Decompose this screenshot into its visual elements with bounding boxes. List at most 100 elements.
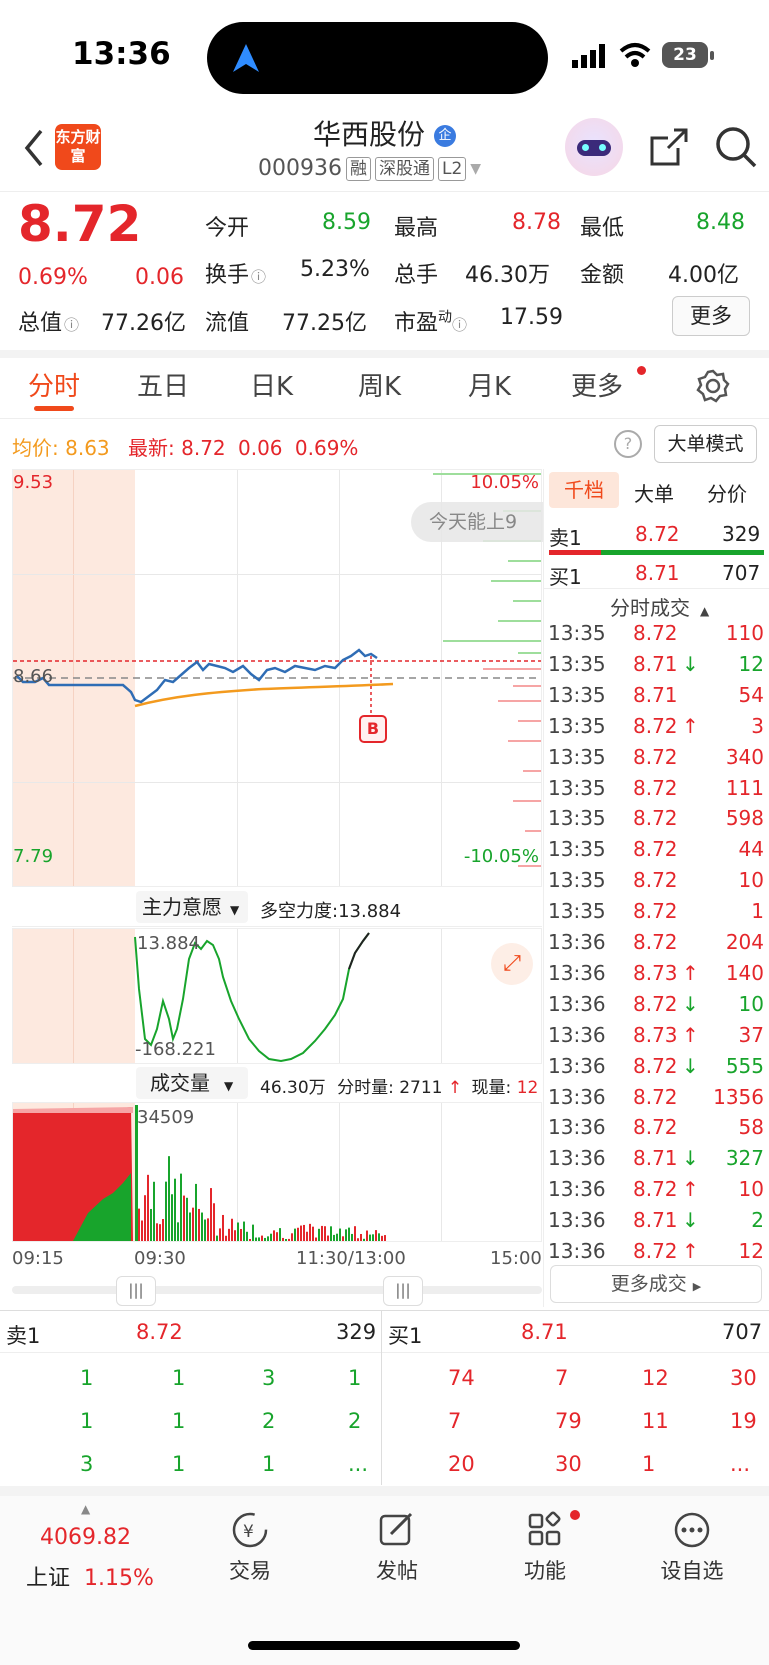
expand-icon[interactable]: ⤢ <box>491 943 533 985</box>
indicator-header: 主力意愿 ▼ 多空力度:13.884 <box>12 888 542 927</box>
volume-chart[interactable]: 34509 <box>12 1102 542 1242</box>
tab-depth[interactable]: 千档 <box>549 472 619 508</box>
volume-bar <box>363 1238 365 1241</box>
ob-buy-cell: 1 <box>642 1452 656 1476</box>
volume-bars <box>13 1105 386 1241</box>
open-value: 8.59 <box>322 210 371 235</box>
last-price: 8.72 <box>18 195 142 253</box>
volume-bar <box>189 1212 191 1241</box>
search-icon[interactable] <box>714 125 758 169</box>
trade-price: 8.72 <box>633 1115 678 1140</box>
trade-price: 8.72 <box>633 1084 678 1109</box>
index-value[interactable]: 4069.82 <box>40 1525 131 1550</box>
trade-price: 8.73 <box>633 1022 678 1047</box>
avg-label: 均价: <box>12 436 59 460</box>
tab-week-k[interactable]: 周K <box>358 366 401 403</box>
share-icon[interactable] <box>648 126 690 168</box>
chart-info-line: 均价: 8.63 最新: 8.72 0.06 0.69% <box>12 432 358 461</box>
trade-volume: 327 <box>725 1146 764 1171</box>
home-indicator[interactable] <box>248 1641 520 1650</box>
volume-bar <box>237 1222 239 1241</box>
toast-banner[interactable]: 今天能上9 <box>411 502 543 542</box>
trade-price: 8.72 <box>633 991 678 1016</box>
trade-price: 8.72 <box>633 899 678 924</box>
trade-volume: 1 <box>751 899 764 924</box>
indicator-selector[interactable]: 主力意愿 ▼ <box>136 891 248 923</box>
nav-add-watchlist[interactable]: 设自选 <box>642 1510 742 1585</box>
nav-add-watchlist-label: 设自选 <box>660 1559 724 1583</box>
ob-buy-cell: 7 <box>448 1409 462 1433</box>
buy-marker-icon[interactable]: B <box>359 715 387 743</box>
stock-code-row[interactable]: 000936 融 深股通 L2 ▼ <box>258 156 481 181</box>
trade-row: 13:36 8.73 ↑ 37 <box>548 1023 764 1054</box>
index-row[interactable]: 上证 1.15% <box>26 1560 154 1592</box>
slider-handle-left[interactable]: ||| <box>116 1276 156 1306</box>
tab-more[interactable]: 更多 <box>571 366 623 403</box>
nav-post[interactable]: 发帖 <box>347 1510 447 1585</box>
volume-bar <box>255 1237 257 1241</box>
trades-title[interactable]: 分时成交 ▲ <box>610 592 709 621</box>
mcap-label: 总值 ⓘ <box>18 311 80 336</box>
volume-bar <box>210 1188 212 1241</box>
trade-time: 13:36 <box>548 1239 606 1263</box>
big-order-mode-button[interactable]: 大单模式 <box>654 425 757 463</box>
tab-price-dist[interactable]: 分价 <box>707 478 747 507</box>
tab-day-k[interactable]: 日K <box>250 366 293 403</box>
latest-change: 0.06 <box>238 436 283 460</box>
slider-handle-right[interactable]: ||| <box>383 1276 423 1306</box>
tab-month-k[interactable]: 月K <box>468 366 511 403</box>
volume-label: 总手 <box>394 263 439 288</box>
tab-five-day[interactable]: 五日 <box>137 366 189 403</box>
open-label: 今开 <box>205 216 250 241</box>
indicator-chart[interactable]: 13.884 -168.221 ⤢ <box>12 928 542 1064</box>
nav-functions[interactable]: 功能 <box>495 1510 595 1585</box>
time-axis-start: 09:15 <box>12 1248 64 1269</box>
signal-icon <box>572 44 605 68</box>
volume-bar <box>141 1220 143 1241</box>
volume-selector[interactable]: 成交量 ▼ <box>136 1067 248 1099</box>
trade-time: 13:35 <box>548 837 606 862</box>
volume-bar <box>339 1228 341 1241</box>
trade-row: 13:36 8.72 ↑ 10 <box>548 1177 764 1208</box>
volume-bar <box>276 1232 278 1241</box>
volume-bar <box>333 1234 335 1241</box>
trade-volume: 58 <box>738 1115 764 1140</box>
ob-sell-cell: 2 <box>262 1409 276 1433</box>
tag-level2: L2 <box>437 156 467 181</box>
ob-buy-cell: 74 <box>448 1366 475 1390</box>
settings-gear-icon[interactable] <box>695 368 731 404</box>
assistant-avatar-icon[interactable] <box>565 118 623 176</box>
ob-sell-vol: 329 <box>336 1320 377 1344</box>
price-chart[interactable]: 9.53 8.66 7.79 10.05% -10.05% 今天能上9 B <box>12 469 543 887</box>
trade-volume: 3 <box>751 713 764 738</box>
volume-bar <box>318 1228 320 1241</box>
nav-trade-label: 交易 <box>229 1559 271 1583</box>
trade-time: 13:35 <box>548 899 606 924</box>
trade-direction: ↓ <box>682 651 699 676</box>
range-slider-track[interactable] <box>12 1286 542 1294</box>
tab-big-order[interactable]: 大单 <box>634 478 674 507</box>
volume-bar <box>372 1234 374 1241</box>
volume-bar <box>219 1228 221 1241</box>
trade-row: 13:36 8.72 58 <box>548 1115 764 1146</box>
trade-time: 13:36 <box>548 1177 606 1202</box>
info-icon: ⓘ <box>251 268 267 286</box>
volume-bar <box>306 1231 308 1241</box>
help-icon[interactable]: ? <box>614 430 642 458</box>
volume-bar <box>183 1195 185 1241</box>
trade-price: 8.72 <box>633 713 678 738</box>
volume-bar <box>234 1230 236 1241</box>
chevron-down-icon: ▼ <box>470 160 482 177</box>
trade-volume: 54 <box>738 682 764 707</box>
tab-intraday[interactable]: 分时 <box>28 366 80 403</box>
more-trades-button[interactable]: 更多成交 ▶ <box>550 1265 762 1303</box>
trade-row: 13:35 8.72 1 <box>548 899 764 930</box>
volume-bar <box>258 1237 260 1241</box>
volume-bar <box>246 1231 248 1241</box>
latest-pct: 0.69% <box>294 436 359 460</box>
trade-row: 13:36 8.73 ↑ 140 <box>548 961 764 992</box>
volume-bar <box>165 1181 167 1241</box>
more-button[interactable]: 更多 <box>672 296 750 336</box>
nav-trade[interactable]: ¥ 交易 <box>200 1510 300 1585</box>
high-label: 最高 <box>394 216 439 241</box>
